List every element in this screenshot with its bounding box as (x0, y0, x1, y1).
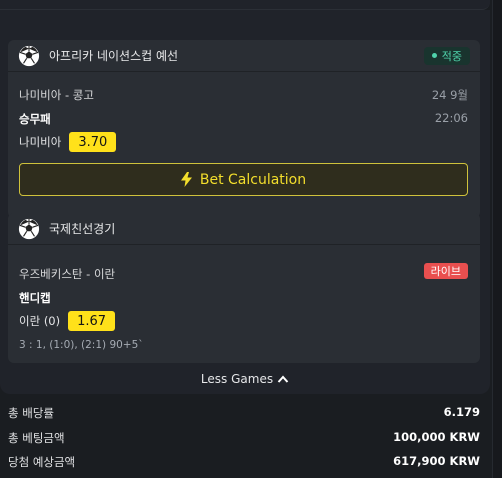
pick-name: 이란 (0) (19, 314, 61, 328)
match-row: 우즈베키스탄 - 이란 라이브 (19, 263, 468, 282)
status-dot-icon (431, 53, 437, 58)
less-games-toggle[interactable]: Less Games (0, 370, 490, 388)
chevron-up-icon (277, 375, 289, 383)
less-games-label: Less Games (200, 372, 274, 386)
summary-value: 617,900 KRW (393, 454, 480, 468)
summary-total-stake: 총 베팅금액 100,000 KRW (8, 430, 480, 446)
soccer-ball-icon (18, 45, 40, 66)
betslip-panel: 아프리카 네이션스컵 예선 적중 나미비아 - 콩고 24 9월 승무패 22:… (0, 10, 490, 394)
won-status-badge: 적중 (423, 46, 470, 65)
match-name: 우즈베키스탄 - 이란 (19, 267, 116, 281)
match-row: 나미비아 - 콩고 24 9월 (19, 87, 468, 103)
match-name: 나미비아 - 콩고 (19, 88, 94, 102)
card-header: 국제친선경기 (8, 213, 480, 245)
live-badge: 라이브 (423, 263, 468, 279)
lightning-icon (180, 172, 192, 187)
scrollbar-track[interactable] (492, 0, 502, 478)
odds-value[interactable]: 1.67 (68, 311, 116, 331)
pick-row: 나미비아 3.70 (19, 132, 468, 152)
summary-label: 총 배당률 (8, 406, 54, 420)
market-row: 승무패 22:06 (19, 111, 468, 127)
soccer-ball-icon (18, 218, 40, 239)
summary-label: 당첨 예상금액 (8, 455, 76, 469)
summary-total-odds: 총 배당률 6.179 (8, 405, 480, 421)
match-date: 24 9월 (431, 88, 468, 102)
summary-value: 100,000 KRW (393, 430, 480, 444)
card-header: 아프리카 네이션스컵 예선 적중 (8, 40, 480, 72)
summary-expected-win: 당첨 예상금액 617,900 KRW (8, 454, 480, 470)
status-badge-label: 적중 (441, 49, 462, 63)
league-name: 국제친선경기 (49, 222, 116, 236)
pick-row: 이란 (0) 1.67 (19, 311, 468, 331)
live-score: 3 : 1, (1:0), (2:1) 90+5` (19, 339, 144, 351)
bet-calculation-label: Bet Calculation (199, 171, 307, 188)
league-name: 아프리카 네이션스컵 예선 (49, 49, 179, 63)
market-name: 핸디캡 (19, 291, 51, 305)
market-row: 핸디캡 (19, 290, 468, 306)
market-name: 승무패 (19, 112, 51, 126)
bet-calculation-button[interactable]: Bet Calculation (19, 163, 468, 196)
match-time: 22:06 (434, 111, 468, 125)
summary-value: 6.179 (443, 405, 480, 419)
summary-label: 총 베팅금액 (8, 431, 65, 445)
bet-card: 국제친선경기 우즈베키스탄 - 이란 라이브 핸디캡 이란 (0) 1.67 3… (8, 213, 480, 363)
pick-name: 나미비아 (19, 135, 62, 149)
previous-section-edge (0, 0, 490, 10)
odds-value[interactable]: 3.70 (69, 132, 117, 152)
